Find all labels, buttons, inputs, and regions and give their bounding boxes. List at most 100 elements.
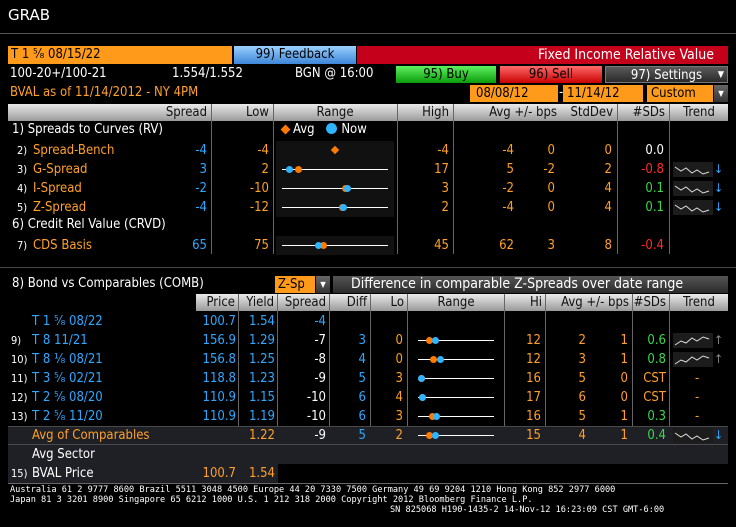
spread-type-select[interactable]: Z-Sp [275, 276, 315, 293]
hi-value: 12 [526, 333, 541, 348]
spread-row-i-spread[interactable]: 4) I-Spread -2 -10 3 -2 0 4 0.1 ↓ [0, 179, 736, 198]
row-number: 10) [11, 353, 28, 366]
spread-row-spread-bench[interactable]: 2) Spread-Bench -4 -4 -4 -4 0 0 0.0 [0, 141, 736, 160]
bond-name: T 8 ¹⁄₈ 08/21 [32, 352, 103, 367]
avg-value: 6 [578, 390, 586, 405]
now-marker [315, 242, 322, 249]
sell-label: 96) Sell [528, 67, 574, 82]
sds-value: -0.4 [641, 238, 664, 253]
hdr-diff: Diff [346, 295, 367, 310]
range-bar [412, 350, 500, 369]
trend-sparkline[interactable] [673, 162, 713, 177]
avg-sector-bg [8, 445, 728, 464]
hdr-avg: Avg +/- bps [489, 105, 557, 120]
security-ticker-field[interactable]: T 1 ⁵⁄₈ 08/15/22 [8, 46, 232, 64]
period-dropdown-button[interactable]: ▼ [714, 85, 728, 102]
bond-name: T 2 ⁵⁄₈ 08/20 [32, 390, 103, 405]
comparable-row[interactable]: 11) T 3 ⁵⁄₈ 02/21 118.8 1.23 -9 5 3 16 5 0 CST - [0, 369, 736, 388]
avg-marker [429, 356, 437, 363]
settings-label: 97) Settings [630, 68, 703, 83]
comparable-row[interactable]: 12) T 2 ⁵⁄₈ 08/20 110.9 1.15 -10 6 4 17 6 0 CST - [0, 388, 736, 407]
lo-value: 3 [395, 409, 403, 424]
spread-type-dropdown-button[interactable]: ▼ [316, 276, 330, 293]
range-bar [412, 426, 500, 445]
sell-button[interactable]: 96) Sell [500, 66, 602, 83]
trend-sparkline[interactable] [673, 200, 713, 215]
stddev-value: 2 [604, 162, 612, 177]
bond-name: T 2 ⁵⁄₈ 11/20 [32, 409, 103, 424]
lo-value: 4 [395, 390, 403, 405]
comparable-row[interactable]: 9) T 8 11/21 156.9 1.29 -7 3 0 12 2 1 0.6 ↑ [0, 331, 736, 350]
low-value: 2 [261, 162, 269, 177]
diff-value: 4 [358, 352, 366, 367]
range-bar [412, 407, 500, 426]
avg-diamond-icon [280, 124, 291, 135]
bond-yield: 1.29 [248, 333, 275, 348]
avg-diff-value: 0 [547, 181, 555, 196]
chevron-down-icon: ▼ [718, 89, 724, 98]
section-credit-rel-value[interactable]: 6) Credit Rel Value (CRVD) [12, 217, 166, 232]
comp-self-row[interactable]: T 1 ⁵⁄₈ 08/22 100.7 1.54 -4 [0, 312, 736, 331]
sds-value: 0.1 [645, 181, 664, 196]
hdr-low: Low [245, 105, 269, 120]
comparable-row[interactable]: 10) T 8 ¹⁄₈ 08/21 156.8 1.25 -8 4 0 12 3 1 0.8 ↑ [0, 350, 736, 369]
bval-price-row[interactable]: 15) BVAL Price 100.7 1.54 [0, 464, 736, 483]
sds-value: 0.1 [645, 200, 664, 215]
trend-up-arrow-icon: ↑ [714, 352, 724, 366]
bval-as-of: BVAL as of 11/14/2012 - NY 4PM [10, 85, 199, 100]
range-line [418, 397, 494, 398]
high-value: 17 [434, 162, 449, 177]
avg-value: -4 [502, 200, 514, 215]
buy-button[interactable]: 95) Buy [396, 66, 496, 83]
sds-value: CST [643, 390, 666, 405]
security-ticker-text: T 1 ⁵⁄₈ 08/15/22 [11, 47, 101, 62]
spread-row-g-spread[interactable]: 3) G-Spread 3 2 17 5 -2 2 -0.8 ↓ [0, 160, 736, 179]
trend-sparkline[interactable] [673, 352, 713, 367]
diff-value: 5 [358, 371, 366, 386]
date-from-input[interactable]: 08/08/12 [470, 85, 558, 102]
date-to-input[interactable]: 11/14/12 [563, 85, 643, 102]
hi-value: 17 [526, 390, 541, 405]
range-bar [276, 179, 394, 198]
row-number: 11) [11, 372, 28, 385]
range-bar [276, 236, 394, 255]
spread-value: -7 [314, 333, 326, 348]
legend-now: Now [341, 122, 367, 137]
settings-button[interactable]: 97) Settings ▼ [605, 66, 728, 83]
avg-value: -2 [502, 181, 514, 196]
avg-sector-label: Avg Sector [32, 447, 95, 462]
avg-diff-value: 3 [547, 238, 555, 253]
row-number: 13) [11, 410, 28, 423]
trend-sparkline[interactable] [673, 181, 713, 196]
legend-avg: Avg [293, 122, 315, 137]
avg-comparables-row[interactable]: Avg of Comparables 1.22 -9 5 2 15 4 1 0.4 ↓ [0, 426, 736, 445]
high-value: 2 [441, 200, 449, 215]
period-select[interactable]: Custom [647, 85, 713, 102]
period-value: Custom [651, 86, 696, 101]
stddev-value: 8 [604, 238, 612, 253]
bond-yield: 1.54 [248, 314, 275, 329]
spread-row-z-spread[interactable]: 5) Z-Spread -4 -12 2 -4 0 4 0.1 ↓ [0, 198, 736, 217]
diff-value: 6 [358, 409, 366, 424]
section-spreads-to-curves[interactable]: 1) Spreads to Curves (RV) [12, 122, 163, 137]
range-bar [412, 388, 500, 407]
trend-sparkline[interactable] [673, 333, 713, 348]
low-value: -4 [257, 143, 269, 158]
footer-line-2: Japan 81 3 3201 8900 Singapore 65 6212 1… [10, 495, 533, 505]
spread-row-cds-basis[interactable]: 7) CDS Basis 65 75 45 62 3 8 -0.4 [0, 236, 736, 255]
avg-pm-value: 1 [620, 333, 628, 348]
range-line [282, 207, 388, 208]
chevron-down-icon: ▼ [320, 280, 326, 289]
range-bar [412, 369, 500, 388]
comparable-row[interactable]: 13) T 2 ⁵⁄₈ 11/20 110.9 1.19 -10 6 3 16 5 1 0.3 - [0, 407, 736, 426]
high-value: 3 [441, 181, 449, 196]
avg-marker [330, 145, 340, 155]
feedback-button[interactable]: 99) Feedback [234, 46, 356, 64]
bond-yield: 1.15 [248, 390, 275, 405]
bval-price-value: 100.7 [202, 466, 236, 481]
section-bond-vs-comparables[interactable]: 8) Bond vs Comparables (COMB) [12, 276, 204, 291]
range-bar [412, 331, 500, 350]
row-number: 2) [17, 144, 28, 157]
trend-sparkline[interactable] [673, 428, 713, 443]
row-label: Z-Spread [33, 200, 87, 215]
